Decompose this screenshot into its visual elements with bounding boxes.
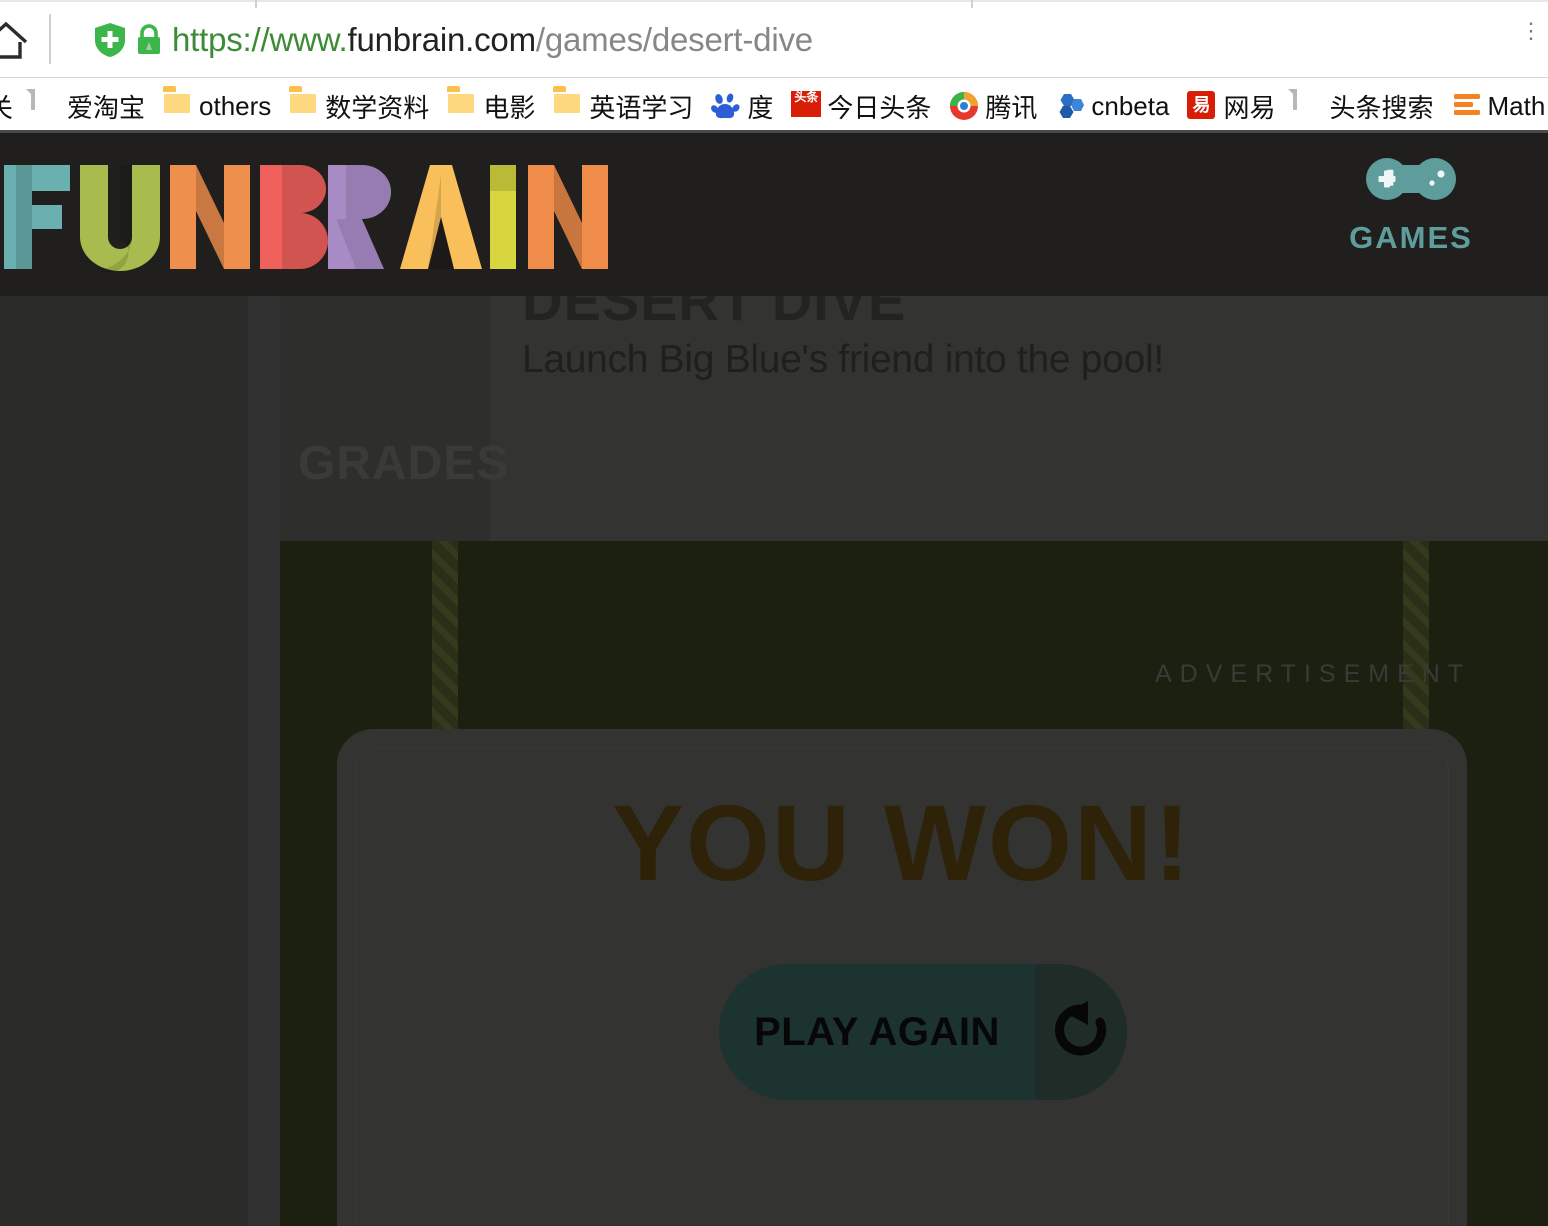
replay-icon-area [1035,964,1127,1100]
play-again-button[interactable]: PLAY AGAIN [719,964,1127,1100]
folder-icon [163,91,190,121]
result-text: YOU WON! [612,782,1192,903]
bookmark-item-others[interactable]: others [154,79,280,133]
games-nav-button[interactable]: GAMES [1326,157,1496,256]
cnbeta-icon [1055,91,1085,121]
bookmark-item-baidu[interactable]: 度 [702,79,782,133]
bookmark-label: 爱淘宝 [67,92,146,123]
page-icon [1293,89,1320,121]
bookmark-item-movies[interactable]: 电影 [438,79,544,133]
netease-icon: 易 [1187,91,1216,121]
browser-toolbar: https://www.funbrain.com/games/desert-di… [0,0,1548,78]
bookmark-label: 数学资料 [325,92,430,123]
toutiao-icon: 头条 [791,91,822,121]
bookmark-label-partial: 关 [0,92,14,123]
page-left-gutter [248,296,280,1226]
browser-chrome: https://www.funbrain.com/games/desert-di… [0,0,1548,133]
url-path: /games/desert-dive [535,21,813,58]
math-icon [1452,91,1480,121]
advertisement-label: ADVERTISEMENT [1155,660,1472,688]
bookmark-item-tencent[interactable]: 腾讯 [940,79,1046,133]
shield-icon[interactable] [94,22,126,58]
bookmark-label: 头条搜索 [1329,92,1434,123]
baidu-paw-icon [711,91,740,121]
game-result-panel: YOU WON! PLAY AGAIN [337,729,1467,1226]
gamepad-icon [1326,157,1496,210]
bookmark-label: 度 [747,92,774,123]
browser-menu-icon[interactable]: ⋮ [1520,20,1542,42]
url-host: funbrain.com [347,21,537,58]
bookmark-label: Math [1487,90,1546,121]
bookmark-label: 腾讯 [985,92,1038,123]
bookmark-item-aitaobao[interactable]: 爱淘宝 [22,79,154,133]
page-left-rail [0,296,248,1226]
toolbar-divider-top-1 [255,0,257,8]
lock-icon[interactable] [135,24,163,56]
url-scheme: https://www. [172,21,348,58]
url-text[interactable]: https://www.funbrain.com/games/desert-di… [172,20,813,60]
bookmark-label: 今日头条 [827,92,932,123]
bookmark-item-partial[interactable]: 关 [0,79,22,133]
bookmarks-bar: 关 爱淘宝 others 数学资料 电影 英语学习 度 头条 今日头条 腾讯 c… [0,79,1548,133]
play-again-label-area: PLAY AGAIN [719,964,1035,1100]
bookmark-label: others [199,90,272,121]
bookmark-label: cnbeta [1091,90,1170,121]
toolbar-divider-top-2 [971,0,973,8]
game-result-panel-inner: YOU WON! PLAY AGAIN [355,747,1449,1226]
game-title-bar: DESERT DIVE Launch Big Blue's friend int… [490,269,1548,541]
page-icon [31,89,58,121]
toolbar-divider [49,14,51,64]
bookmark-label: 英语学习 [589,92,694,123]
game-subtitle: Launch Big Blue's friend into the pool! [522,338,1164,381]
bookmark-item-english-study[interactable]: 英语学习 [544,79,702,133]
bookmark-item-toutiao[interactable]: 头条 今日头条 [782,79,940,133]
bookmark-item-toutiao-search[interactable]: 头条搜索 [1284,79,1442,133]
folder-icon [553,91,580,121]
tencent-icon [949,91,979,121]
bookmark-item-netease[interactable]: 易 网易 [1178,79,1284,133]
bookmark-item-cnbeta[interactable]: cnbeta [1046,79,1178,133]
replay-arrow-icon [1048,999,1114,1066]
bookmark-label: 网易 [1223,92,1276,123]
games-label: GAMES [1349,220,1473,255]
home-icon[interactable] [0,20,28,60]
grades-label: GRADES [298,437,510,490]
bookmark-item-math-materials[interactable]: 数学资料 [280,79,438,133]
grades-tab[interactable]: GRADES [280,296,508,541]
page-body: GRADES DESERT DIVE Launch Big Blue's fri… [0,133,1548,1226]
bookmark-item-math[interactable]: Math [1443,79,1548,133]
folder-icon [289,91,316,121]
funbrain-logo[interactable] [0,161,610,273]
folder-icon [447,91,474,121]
bookmark-label: 电影 [483,92,536,123]
play-again-label: PLAY AGAIN [754,1009,1000,1054]
site-header: GAMES [0,133,1548,296]
